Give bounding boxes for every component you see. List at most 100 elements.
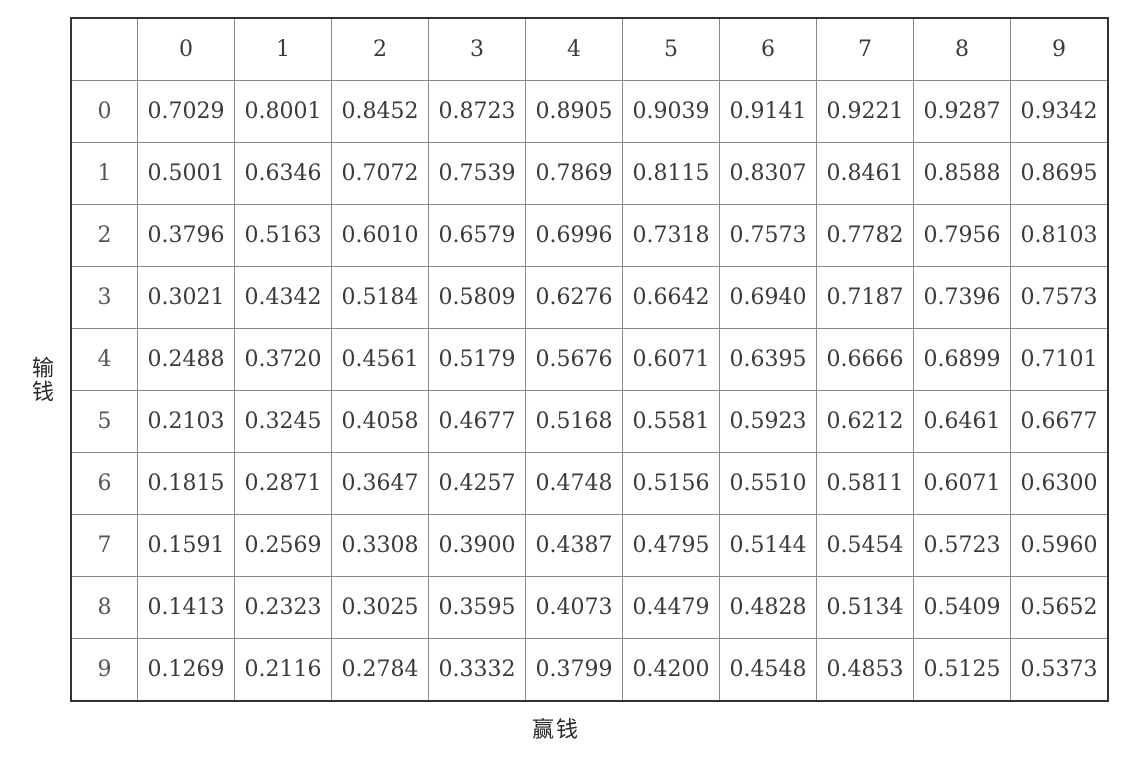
column-header-1: 1 — [234, 17, 332, 81]
table-cell: 0.6996 — [525, 204, 623, 267]
table-cell: 0.5168 — [525, 390, 623, 453]
table-cell: 0.6010 — [331, 204, 429, 267]
table-cell: 0.6642 — [622, 266, 720, 329]
table-cell: 0.6461 — [913, 390, 1011, 453]
table-cell: 0.8115 — [622, 142, 720, 205]
column-header-4: 4 — [525, 17, 623, 81]
table-cell: 0.6346 — [234, 142, 332, 205]
table-cell: 0.7539 — [428, 142, 526, 205]
table-cell: 0.6212 — [816, 390, 914, 453]
row-header-2: 2 — [70, 204, 138, 267]
table-row: 1 0.5001 0.6346 0.7072 0.7539 0.7869 0.8115 0.8… — [70, 142, 1109, 205]
table-cell: 0.8452 — [331, 80, 429, 143]
table-cell: 0.3025 — [331, 576, 429, 639]
table-cell: 0.7101 — [1010, 328, 1109, 391]
table-cell: 0.2784 — [331, 638, 429, 702]
table-row: 7 0.1591 0.2569 0.3308 0.3900 0.4387 0.4795 0.5… — [70, 514, 1109, 577]
column-header-6: 6 — [719, 17, 817, 81]
table-cell: 0.3245 — [234, 390, 332, 453]
table-cell: 0.2103 — [137, 390, 235, 453]
table-cell: 0.5676 — [525, 328, 623, 391]
table-cell: 0.6071 — [913, 452, 1011, 515]
table-cell: 0.5179 — [428, 328, 526, 391]
column-header-0: 0 — [137, 17, 235, 81]
table-cell: 0.6300 — [1010, 452, 1109, 515]
table-cell: 0.6395 — [719, 328, 817, 391]
column-header-2: 2 — [331, 17, 429, 81]
table-cell: 0.4257 — [428, 452, 526, 515]
table-cell: 0.1269 — [137, 638, 235, 702]
table-cell: 0.4058 — [331, 390, 429, 453]
table-cell: 0.5001 — [137, 142, 235, 205]
table-cell: 0.5960 — [1010, 514, 1109, 577]
table-cell: 0.3332 — [428, 638, 526, 702]
table-cell: 0.5723 — [913, 514, 1011, 577]
table-cell: 0.9342 — [1010, 80, 1109, 143]
row-header-0: 0 — [70, 80, 138, 143]
column-header-9: 9 — [1010, 17, 1109, 81]
table-cell: 0.6579 — [428, 204, 526, 267]
row-header-7: 7 — [70, 514, 138, 577]
table-row: 4 0.2488 0.3720 0.4561 0.5179 0.5676 0.6071 0.6… — [70, 328, 1109, 391]
table-row: 0 0.7029 0.8001 0.8452 0.8723 0.8905 0.9039 0.9… — [70, 80, 1109, 143]
table-cell: 0.2871 — [234, 452, 332, 515]
table-cell: 0.4073 — [525, 576, 623, 639]
table-cell: 0.1815 — [137, 452, 235, 515]
table-cell: 0.8695 — [1010, 142, 1109, 205]
table-cell: 0.5923 — [719, 390, 817, 453]
table-cell: 0.5581 — [622, 390, 720, 453]
row-header-8: 8 — [70, 576, 138, 639]
table-cell: 0.8001 — [234, 80, 332, 143]
row-header-4: 4 — [70, 328, 138, 391]
table-cell: 0.6276 — [525, 266, 623, 329]
table-cell: 0.4200 — [622, 638, 720, 702]
table-row: 6 0.1815 0.2871 0.3647 0.4257 0.4748 0.5156 0.5… — [70, 452, 1109, 515]
probability-table-container: 0123456789 0 0.7029 0.8001 0.8452 0.8723 0.89… — [70, 17, 1109, 702]
table-cell: 0.8723 — [428, 80, 526, 143]
table-row: 2 0.3796 0.5163 0.6010 0.6579 0.6996 0.7318 0.7… — [70, 204, 1109, 267]
column-header-7: 7 — [816, 17, 914, 81]
table-cell: 0.7956 — [913, 204, 1011, 267]
table-cell: 0.4853 — [816, 638, 914, 702]
table-cell: 0.5125 — [913, 638, 1011, 702]
table-cell: 0.3799 — [525, 638, 623, 702]
table-cell: 0.1413 — [137, 576, 235, 639]
table-cell: 0.5510 — [719, 452, 817, 515]
table-cell: 0.3595 — [428, 576, 526, 639]
table-cell: 0.5811 — [816, 452, 914, 515]
table-cell: 0.7187 — [816, 266, 914, 329]
table-cell: 0.3796 — [137, 204, 235, 267]
row-header-9: 9 — [70, 638, 138, 702]
table-cell: 0.8103 — [1010, 204, 1109, 267]
table-cell: 0.7396 — [913, 266, 1011, 329]
row-header-3: 3 — [70, 266, 138, 329]
table-cell: 0.6940 — [719, 266, 817, 329]
table-row: 8 0.1413 0.2323 0.3025 0.3595 0.4073 0.4479 0.4… — [70, 576, 1109, 639]
table-cell: 0.4342 — [234, 266, 332, 329]
table-cell: 0.8905 — [525, 80, 623, 143]
column-header-8: 8 — [913, 17, 1011, 81]
table-cell: 0.5409 — [913, 576, 1011, 639]
table-cell: 0.7318 — [622, 204, 720, 267]
table-cell: 0.7869 — [525, 142, 623, 205]
table-cell: 0.6677 — [1010, 390, 1109, 453]
row-header-5: 5 — [70, 390, 138, 453]
table-cell: 0.9221 — [816, 80, 914, 143]
table-cell: 0.9141 — [719, 80, 817, 143]
table-cell: 0.2488 — [137, 328, 235, 391]
table-cell: 0.7029 — [137, 80, 235, 143]
row-header-6: 6 — [70, 452, 138, 515]
table-cell: 0.9287 — [913, 80, 1011, 143]
column-header-3: 3 — [428, 17, 526, 81]
table-cell: 0.5454 — [816, 514, 914, 577]
table-cell: 0.5184 — [331, 266, 429, 329]
table-cell: 0.4479 — [622, 576, 720, 639]
table-cell: 0.7573 — [719, 204, 817, 267]
table-cell: 0.8461 — [816, 142, 914, 205]
table-cell: 0.2323 — [234, 576, 332, 639]
table-cell: 0.4828 — [719, 576, 817, 639]
table-cell: 0.2116 — [234, 638, 332, 702]
table-cell: 0.5156 — [622, 452, 720, 515]
table-cell: 0.3647 — [331, 452, 429, 515]
column-header-5: 5 — [622, 17, 720, 81]
